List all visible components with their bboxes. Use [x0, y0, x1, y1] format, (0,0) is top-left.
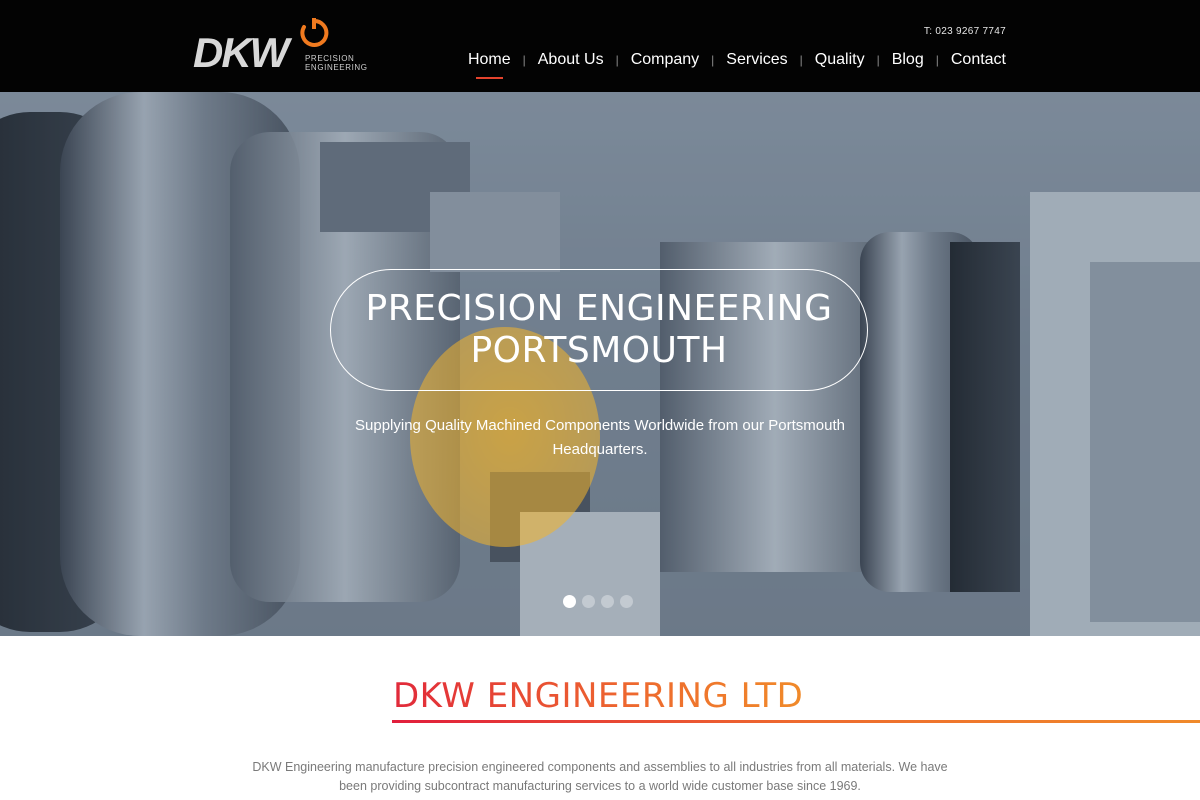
- slide-dot-2[interactable]: [582, 595, 595, 608]
- logo-tagline: PRECISION ENGINEERING: [305, 54, 368, 72]
- nav-company[interactable]: Company: [631, 50, 699, 70]
- hero-slider: PRECISION ENGINEERING PORTSMOUTH Supplyi…: [0, 92, 1200, 636]
- main-nav: Home | About Us | Company | Services | Q…: [468, 50, 1006, 79]
- nav-home[interactable]: Home: [468, 50, 511, 79]
- logo-ring-icon: [300, 18, 329, 47]
- nav-separator: |: [522, 53, 526, 67]
- hero-title-line2: PORTSMOUTH: [470, 330, 728, 371]
- nav-separator: |: [711, 53, 715, 67]
- dkw-logo[interactable]: DKW PRECISION ENGINEERING: [193, 18, 367, 78]
- nav-separator: |: [935, 53, 939, 67]
- nav-separator: |: [615, 53, 619, 67]
- nav-separator: |: [799, 53, 803, 67]
- section-divider: [392, 720, 1200, 723]
- nav-separator: |: [876, 53, 880, 67]
- site-header: DKW PRECISION ENGINEERING T: 023 9267 77…: [0, 0, 1200, 92]
- slider-dots: [563, 595, 633, 608]
- hero-subtitle: Supplying Quality Machined Components Wo…: [355, 417, 845, 458]
- nav-contact[interactable]: Contact: [951, 50, 1006, 70]
- intro-paragraph: DKW Engineering manufacture precision en…: [252, 760, 948, 793]
- hero-title-frame: PRECISION ENGINEERING PORTSMOUTH: [330, 269, 868, 391]
- nav-quality[interactable]: Quality: [815, 50, 865, 70]
- nav-blog[interactable]: Blog: [892, 50, 924, 70]
- nav-about-us[interactable]: About Us: [538, 50, 604, 70]
- phone-number[interactable]: T: 023 9267 7747: [924, 26, 1006, 37]
- hero-title-line1: PRECISION ENGINEERING: [365, 288, 833, 329]
- slide-dot-3[interactable]: [601, 595, 614, 608]
- slide-dot-4[interactable]: [620, 595, 633, 608]
- section-title: DKW ENGINEERING LTD: [393, 676, 804, 716]
- nav-services[interactable]: Services: [726, 50, 787, 70]
- logo-brand: DKW: [193, 29, 289, 76]
- slide-dot-1[interactable]: [563, 595, 576, 608]
